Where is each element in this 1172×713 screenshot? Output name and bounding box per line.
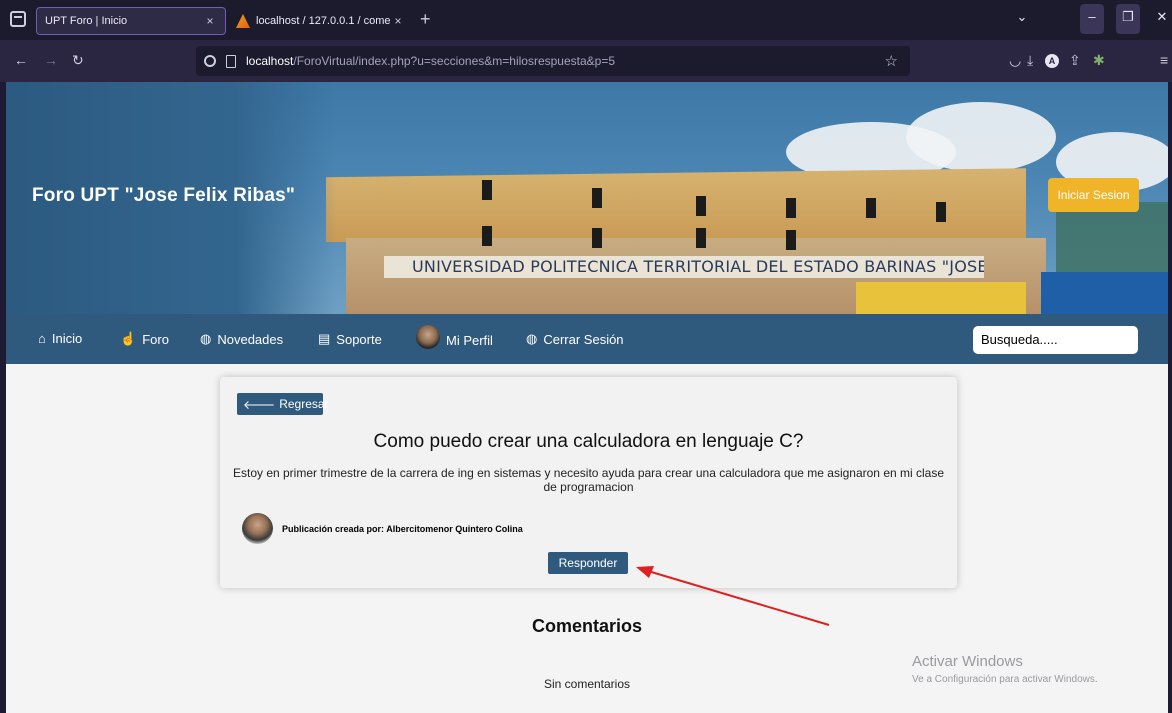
browser-window: UPT Foro | Inicio × localhost / 127.0.0.… bbox=[0, 0, 1172, 713]
annotation-arrow bbox=[636, 566, 830, 626]
